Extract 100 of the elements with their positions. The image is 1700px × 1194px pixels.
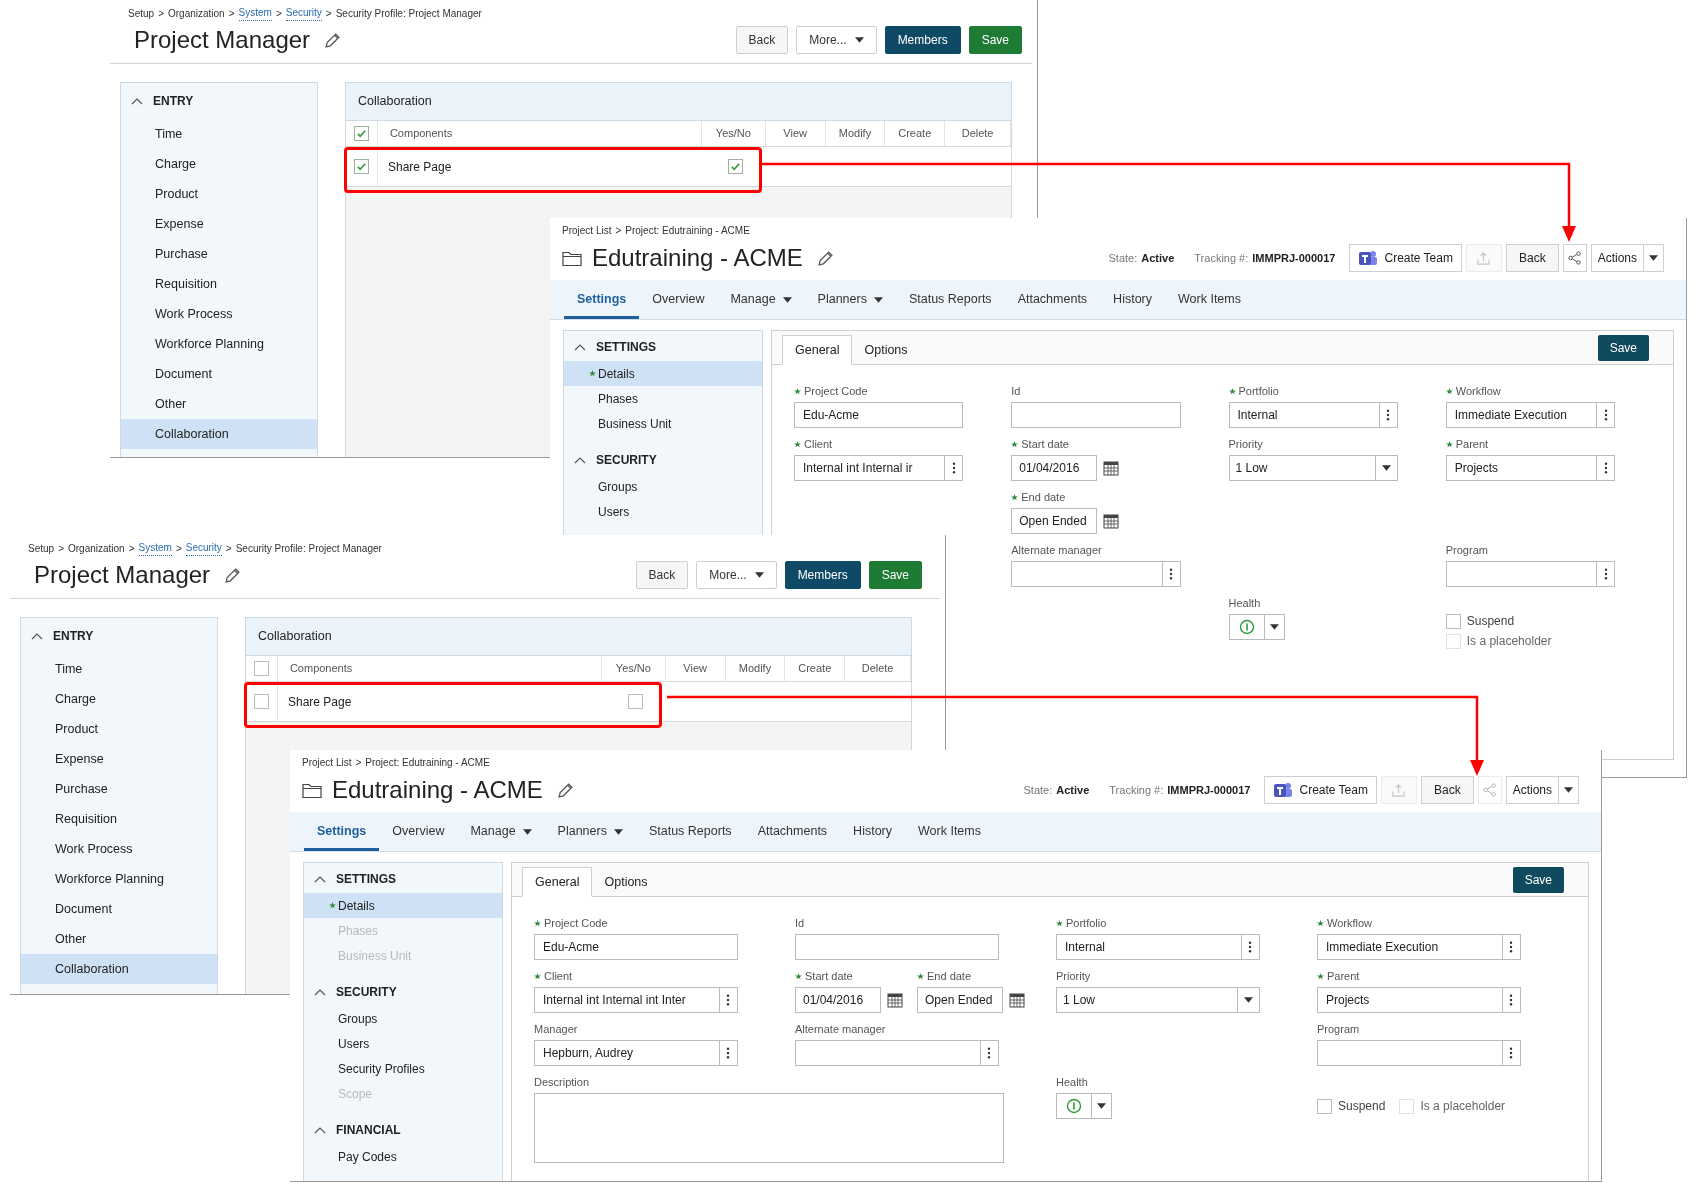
nav-tab[interactable]: Planners (544, 812, 636, 851)
sidebar-item[interactable]: Phases (598, 389, 639, 408)
pencil-icon[interactable] (816, 249, 834, 267)
create-team-button[interactable]: Create Team (1349, 244, 1462, 272)
form-tab[interactable]: Options (852, 335, 920, 365)
chevron-icon[interactable] (574, 343, 586, 351)
chevron-icon[interactable] (574, 456, 586, 464)
lookup-field[interactable]: Hepburn, Audrey (534, 1040, 738, 1066)
chevron-icon[interactable] (31, 632, 43, 640)
lookup-field[interactable] (1317, 1040, 1521, 1066)
health-dropdown[interactable] (1056, 1093, 1112, 1119)
sidebar-item[interactable]: Business Unit (598, 414, 672, 433)
sidebar-item[interactable]: Work Process (121, 299, 317, 329)
text-field[interactable]: Edu-Acme (534, 934, 738, 960)
sidebar-item[interactable]: Users (598, 502, 630, 521)
lookup-field[interactable]: Internal int Internal ir (794, 455, 964, 481)
breadcrumb-link[interactable]: Security (185, 540, 222, 556)
form-tab[interactable]: General (522, 867, 593, 897)
row-checkbox[interactable] (354, 159, 369, 174)
sidebar-item[interactable]: Workforce Planning (121, 329, 317, 359)
sidebar-item[interactable]: Document (121, 359, 317, 389)
sidebar-item[interactable]: Other (21, 924, 217, 954)
actions-split-button[interactable]: Actions (1590, 244, 1664, 272)
dropdown-field[interactable]: 1 Low (1056, 987, 1260, 1013)
nav-tab[interactable]: Planners (804, 280, 896, 319)
nav-tab[interactable]: Attachments (744, 812, 841, 851)
calendar-icon[interactable] (1009, 992, 1025, 1008)
sidebar-item[interactable]: Users (338, 1034, 370, 1053)
sidebar-item[interactable]: Document (21, 894, 217, 924)
select-all-checkbox[interactable] (353, 126, 369, 141)
health-dropdown[interactable] (1228, 614, 1285, 640)
sidebar-item[interactable]: Collaboration (21, 954, 217, 984)
sidebar-item[interactable]: Purchase (21, 774, 217, 804)
chevron-icon[interactable] (314, 988, 326, 996)
back-button[interactable]: Back (1505, 244, 1559, 272)
nav-tab[interactable]: Status Reports (895, 280, 1005, 319)
date-field[interactable]: 01/04/2016 (1011, 455, 1098, 481)
sidebar-item[interactable]: Collaboration (121, 419, 317, 449)
nav-tab[interactable]: Work Items (905, 812, 994, 851)
nav-tab[interactable]: Attachments (1004, 280, 1101, 319)
lookup-field[interactable]: Internal (1056, 934, 1260, 960)
nav-tab[interactable]: Overview (379, 812, 458, 851)
select-all-checkbox[interactable] (253, 661, 269, 676)
sidebar-item[interactable]: Charge (121, 149, 317, 179)
text-field[interactable] (1011, 402, 1181, 428)
nav-tab[interactable]: Manage (717, 280, 805, 319)
toolbar-button[interactable]: Save (968, 26, 1022, 54)
nav-tab[interactable]: Overview (639, 280, 718, 319)
sidebar-item[interactable]: Groups (598, 477, 638, 496)
nav-tab[interactable]: History (1100, 280, 1165, 319)
toolbar-button[interactable]: Members (784, 561, 861, 589)
lookup-field[interactable] (1011, 561, 1181, 587)
form-tab[interactable]: Options (592, 867, 660, 897)
toolbar-button[interactable]: Back (635, 561, 689, 589)
chevron-icon[interactable] (314, 1126, 326, 1134)
checkbox[interactable] (1445, 613, 1461, 629)
lookup-field[interactable] (795, 1040, 999, 1066)
sidebar-item[interactable]: Product (121, 179, 317, 209)
sidebar-item[interactable]: Charge (21, 684, 217, 714)
more-menu-button[interactable]: More... (796, 26, 877, 54)
sidebar-item[interactable]: Workforce Planning (21, 864, 217, 894)
nav-tab[interactable]: Settings (564, 280, 640, 319)
pencil-icon[interactable] (324, 31, 342, 49)
nav-tab[interactable]: Settings (304, 812, 380, 851)
save-button[interactable]: Save (1512, 866, 1564, 893)
sidebar-item[interactable]: Expense (21, 744, 217, 774)
create-team-button[interactable]: Create Team (1264, 776, 1377, 804)
lookup-field[interactable]: Projects (1317, 987, 1521, 1013)
breadcrumb-link[interactable]: System (238, 5, 272, 21)
form-tab[interactable]: General (782, 335, 853, 365)
sidebar-item[interactable]: Work Process (21, 834, 217, 864)
nav-tab[interactable]: Work Items (1165, 280, 1254, 319)
lookup-field[interactable]: Internal (1228, 402, 1398, 428)
chevron-icon[interactable] (131, 97, 143, 105)
description-field[interactable] (534, 1093, 1004, 1163)
date-field[interactable]: 01/04/2016 (795, 987, 881, 1013)
back-button[interactable]: Back (1420, 776, 1474, 804)
breadcrumb-link[interactable]: System (138, 540, 172, 556)
lookup-field[interactable] (1445, 561, 1616, 587)
toolbar-button[interactable]: Save (868, 561, 922, 589)
text-field[interactable] (795, 934, 999, 960)
sidebar-item[interactable]: Expense (121, 209, 317, 239)
sidebar-item[interactable]: Purchase (121, 239, 317, 269)
share-button[interactable] (1562, 244, 1587, 272)
yes-no-checkbox[interactable] (627, 694, 643, 709)
more-menu-button[interactable]: More... (696, 561, 777, 589)
text-field[interactable]: Edu-Acme (794, 402, 964, 428)
sidebar-item[interactable]: Pay Codes (338, 1147, 397, 1166)
nav-tab[interactable]: History (840, 812, 905, 851)
nav-tab[interactable]: Manage (457, 812, 545, 851)
lookup-field[interactable]: Internal int Internal int Inter (534, 987, 738, 1013)
sidebar-item[interactable]: Time (121, 119, 317, 149)
sidebar-item[interactable]: Requisition (121, 269, 317, 299)
pencil-icon[interactable] (224, 566, 242, 584)
sidebar-item[interactable]: Security Profiles (338, 1059, 425, 1078)
save-button[interactable]: Save (1597, 334, 1649, 361)
lookup-field[interactable]: Projects (1445, 455, 1616, 481)
sidebar-item[interactable]: Other (121, 389, 317, 419)
calendar-icon[interactable] (887, 992, 903, 1008)
toolbar-button[interactable]: Members (884, 26, 961, 54)
